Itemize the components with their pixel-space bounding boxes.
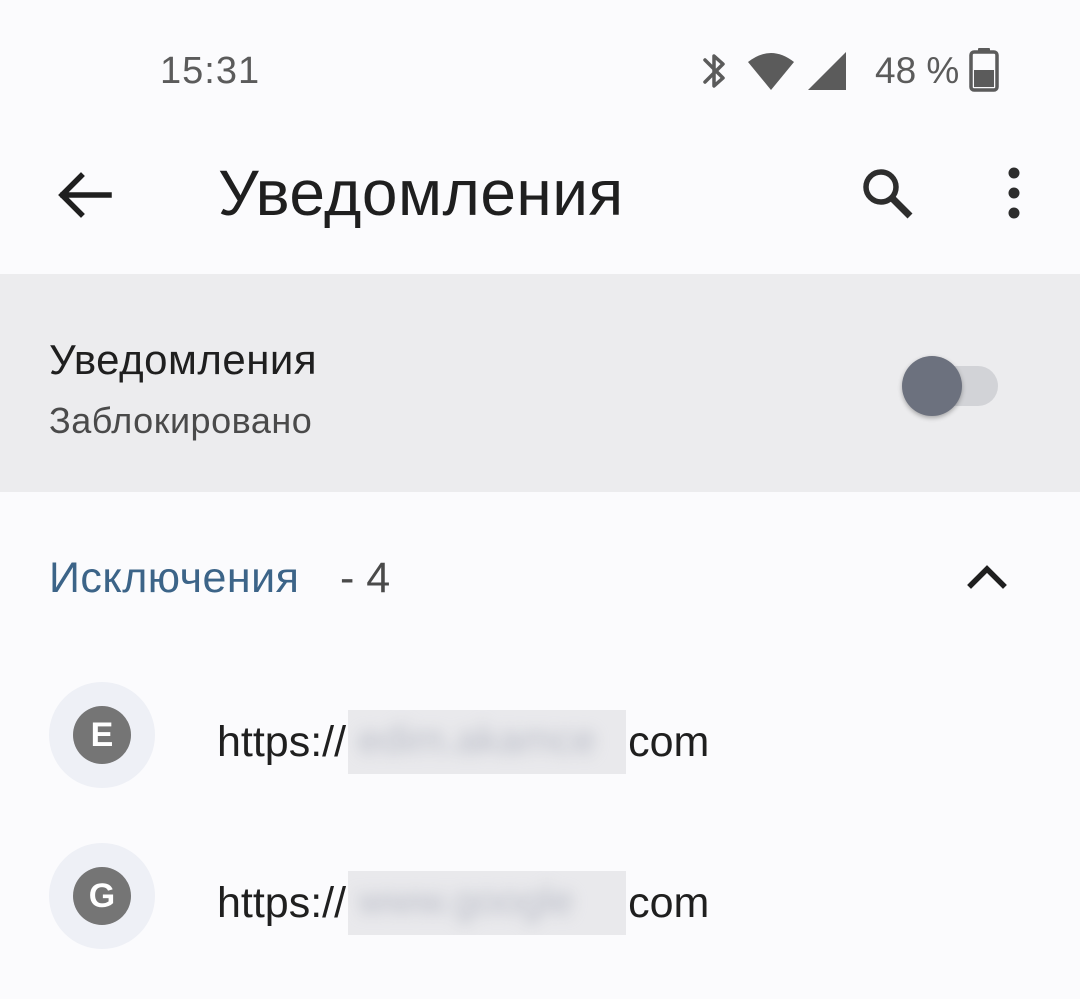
list-item[interactable]: E https:// edim.akamce com xyxy=(0,656,1080,816)
collapse-button[interactable] xyxy=(955,546,1019,606)
cellular-signal-icon xyxy=(808,52,846,90)
site-url: https:// www.google com xyxy=(217,871,709,935)
toggle-thumb xyxy=(902,356,962,416)
status-bar: 15:31 48 % xyxy=(0,0,1080,130)
list-item[interactable]: G https:// www.google com xyxy=(0,817,1080,977)
search-icon xyxy=(863,169,913,219)
arrow-left-icon xyxy=(58,172,112,218)
site-url-suffix: com xyxy=(628,717,710,766)
notifications-master-row[interactable]: Уведомления Заблокировано xyxy=(0,274,1080,492)
chevron-up-icon xyxy=(967,565,1007,589)
wifi-icon xyxy=(748,53,794,90)
site-url-prefix: https:// xyxy=(217,717,347,766)
notifications-toggle-switch[interactable] xyxy=(902,354,998,416)
redacted-url-part: edim.akamce xyxy=(348,710,627,774)
more-options-button[interactable] xyxy=(982,158,1046,228)
back-button[interactable] xyxy=(50,160,120,230)
exceptions-count: - 4 xyxy=(340,554,391,602)
app-bar: Уведомления xyxy=(0,130,1080,274)
exceptions-header[interactable]: Исключения - 4 xyxy=(0,520,1080,630)
master-row-subtitle: Заблокировано xyxy=(49,400,313,441)
bluetooth-icon xyxy=(703,54,725,88)
redacted-url-part: www.google xyxy=(348,871,627,935)
battery-icon xyxy=(969,48,999,92)
search-button[interactable] xyxy=(852,158,922,228)
more-vert-icon xyxy=(1008,167,1020,219)
battery-percentage: 48 % xyxy=(875,50,960,91)
site-avatar: E xyxy=(73,706,131,764)
redacted-url-text: www.google xyxy=(358,879,574,923)
exceptions-label: Исключения xyxy=(49,554,300,602)
site-url-prefix: https:// xyxy=(217,878,347,927)
redacted-url-text: edim.akamce xyxy=(358,718,596,762)
page-title: Уведомления xyxy=(218,157,624,229)
site-url: https:// edim.akamce com xyxy=(217,710,709,774)
site-url-suffix: com xyxy=(628,878,710,927)
site-avatar: G xyxy=(73,867,131,925)
master-row-title: Уведомления xyxy=(49,336,318,383)
